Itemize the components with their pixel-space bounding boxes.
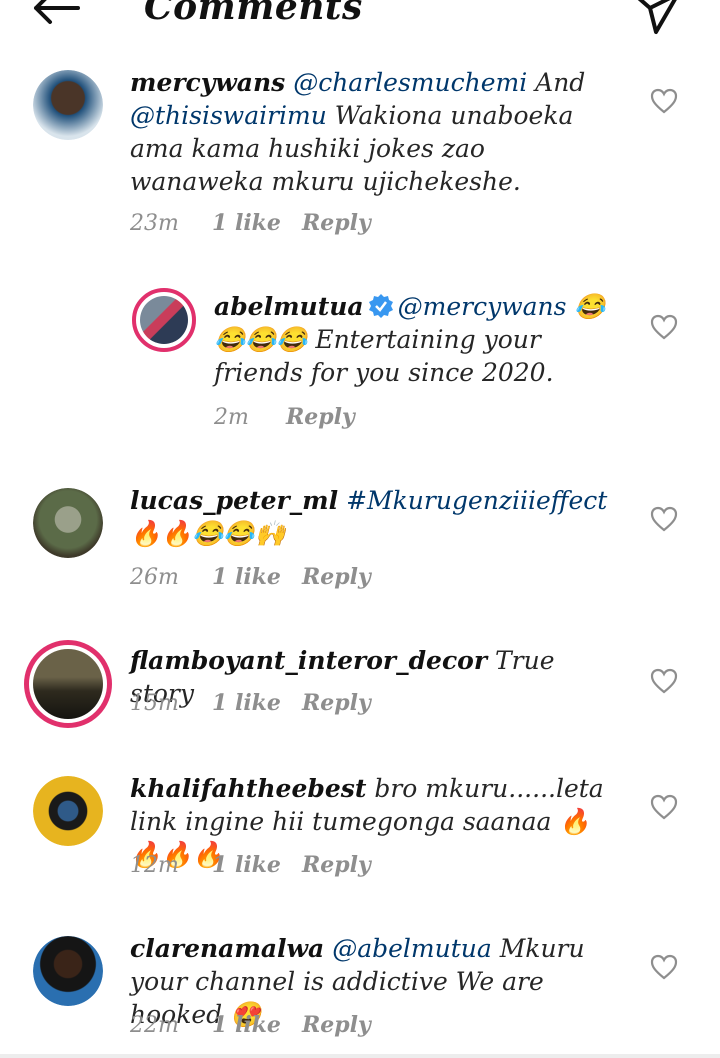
- comment-time: 15m: [130, 691, 179, 716]
- comment-meta: 12m 1 like Reply: [130, 852, 371, 878]
- comment-text: lucas_peter_ml #Mkurugenziiieffect 🔥🔥😂😂🙌: [130, 486, 608, 548]
- reply-button[interactable]: Reply: [302, 210, 371, 236]
- comment-meta: 23m 1 like Reply: [130, 210, 371, 236]
- comment-time: 12m: [130, 853, 179, 878]
- comment-time: 23m: [130, 211, 179, 236]
- page-title: Comments: [144, 0, 363, 28]
- comment-text: abelmutua @mercywans 😂😂😂😂 Entertaining yo…: [214, 292, 606, 387]
- comment-time: 22m: [130, 1013, 179, 1038]
- top-bar: Comments: [0, 0, 720, 42]
- comment-meta: 15m 1 like Reply: [130, 690, 371, 716]
- reply-button[interactable]: Reply: [302, 690, 371, 716]
- heart-icon[interactable]: [650, 506, 678, 532]
- mention-link[interactable]: @abelmutua: [332, 934, 492, 963]
- heart-icon[interactable]: [650, 668, 678, 694]
- arrow-left-icon[interactable]: [28, 0, 84, 28]
- comment-meta: 2m Reply: [214, 404, 355, 430]
- reply-button[interactable]: Reply: [302, 564, 371, 590]
- likes-count[interactable]: 1 like: [212, 690, 302, 716]
- comment-meta: 22m 1 like Reply: [130, 1012, 371, 1038]
- comment-time: 2m: [214, 405, 249, 430]
- heart-icon[interactable]: [650, 314, 678, 340]
- comment-meta: 26m 1 like Reply: [130, 564, 371, 590]
- likes-count[interactable]: 1 like: [212, 852, 302, 878]
- avatar[interactable]: [132, 288, 196, 352]
- bottom-divider: [0, 1054, 720, 1058]
- comment-username[interactable]: abelmutua: [214, 292, 364, 321]
- reply-button[interactable]: Reply: [286, 404, 355, 430]
- comment-username[interactable]: clarenamalwa: [130, 934, 324, 963]
- likes-count[interactable]: 1 like: [212, 1012, 302, 1038]
- comment-time: 26m: [130, 565, 179, 590]
- likes-count[interactable]: 1 like: [212, 210, 302, 236]
- mention-link[interactable]: @thisiswairimu: [130, 101, 327, 130]
- hashtag-link[interactable]: #Mkurugenziiieffect: [346, 486, 607, 515]
- reply-button[interactable]: Reply: [302, 852, 371, 878]
- avatar[interactable]: [24, 640, 112, 728]
- avatar[interactable]: [33, 936, 103, 1006]
- mention-link[interactable]: @mercywans: [398, 292, 567, 321]
- comment-username[interactable]: flamboyant_interor_decor: [130, 646, 487, 675]
- mention-link[interactable]: @charlesmuchemi: [293, 68, 527, 97]
- avatar[interactable]: [33, 488, 103, 558]
- reply-button[interactable]: Reply: [302, 1012, 371, 1038]
- heart-icon[interactable]: [650, 794, 678, 820]
- heart-icon[interactable]: [650, 954, 678, 980]
- likes-count[interactable]: 1 like: [212, 564, 302, 590]
- comment-text: mercywans @charlesmuchemi And @thisiswai…: [130, 68, 586, 196]
- verified-badge-icon: [368, 294, 393, 318]
- heart-icon[interactable]: [650, 88, 678, 114]
- avatar[interactable]: [33, 776, 103, 846]
- avatar[interactable]: [33, 70, 103, 140]
- paper-plane-icon[interactable]: [628, 0, 684, 36]
- comment-username[interactable]: mercywans: [130, 68, 285, 97]
- comment-username[interactable]: khalifahtheebest: [130, 774, 366, 803]
- comment-username[interactable]: lucas_peter_ml: [130, 486, 338, 515]
